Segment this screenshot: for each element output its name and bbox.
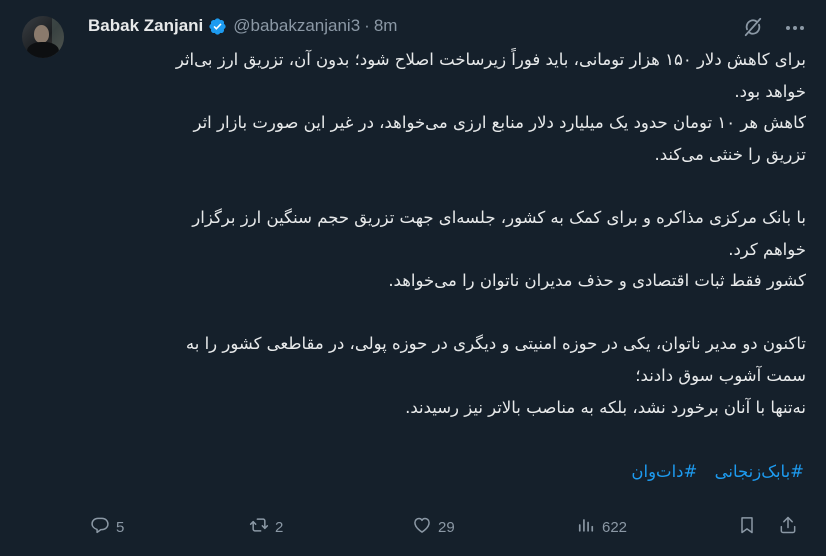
- timestamp[interactable]: 8m: [374, 16, 398, 36]
- like-count: 29: [438, 518, 455, 536]
- avatar[interactable]: [22, 16, 64, 58]
- tweet-header: Babak Zanjani @babakzanjani3 · 8m: [88, 14, 397, 38]
- tweet-text-line: برای کاهش دلار ۱۵۰ هزار تومانی، باید فور…: [175, 50, 806, 69]
- views-button[interactable]: 622: [576, 512, 627, 542]
- tweet[interactable]: Babak Zanjani @babakzanjani3 · 8m برای ک…: [0, 0, 826, 556]
- author-handle[interactable]: @babakzanjani3: [233, 16, 360, 36]
- grok-icon[interactable]: [742, 16, 764, 38]
- hashtags: #بابک‌زنجانی #دات‌وان: [92, 462, 804, 481]
- tweet-text-line: کشور فقط ثبات اقتصادی و حذف مدیران ناتوا…: [388, 271, 806, 291]
- tweet-text-line: نه‌تنها با آنان برخورد نشد، بلکه به مناص…: [405, 397, 806, 417]
- share-button[interactable]: [778, 512, 798, 542]
- views-icon: [576, 515, 596, 539]
- like-icon: [412, 515, 432, 539]
- repost-button[interactable]: 2: [249, 512, 283, 542]
- tweet-text: برای کاهش دلار ۱۵۰ هزار تومانی، باید فور…: [92, 44, 806, 423]
- tweet-text-line: خواهم کرد.: [728, 239, 806, 259]
- repost-icon: [249, 515, 269, 539]
- reply-count: 5: [116, 518, 125, 536]
- author-name[interactable]: Babak Zanjani: [88, 16, 203, 36]
- views-count: 622: [602, 518, 628, 536]
- share-icon: [778, 515, 798, 539]
- tweet-text-line: تاکنون دو مدیر ناتوان، یکی در حوزه امنیت…: [185, 334, 806, 354]
- bookmark-button[interactable]: [737, 512, 757, 542]
- verified-badge-icon[interactable]: [208, 17, 227, 36]
- tweet-text-line: کاهش هر ۱۰ تومان حدود یک میلیارد دلار من…: [193, 113, 806, 133]
- action-bar: 5 2 29 622: [0, 512, 826, 542]
- tweet-text-line: خواهد بود.: [734, 81, 806, 101]
- tweet-text-line: با بانک مرکزی مذاکره و برای کمک به کشور،…: [192, 207, 806, 227]
- reply-button[interactable]: 5: [90, 512, 124, 542]
- tweet-text-line: سمت آشوب سوق دادند؛: [635, 365, 806, 385]
- bookmark-icon: [737, 515, 757, 539]
- more-icon[interactable]: [783, 16, 807, 40]
- separator-dot: ·: [364, 16, 370, 35]
- hashtag-link[interactable]: #دات‌وان: [631, 462, 697, 481]
- like-button[interactable]: 29: [412, 512, 455, 542]
- hashtag-link[interactable]: #بابک‌زنجانی: [715, 462, 804, 481]
- repost-count: 2: [275, 518, 284, 536]
- reply-icon: [90, 515, 110, 539]
- tweet-text-line: تزریق را خنثی می‌کند.: [654, 144, 806, 164]
